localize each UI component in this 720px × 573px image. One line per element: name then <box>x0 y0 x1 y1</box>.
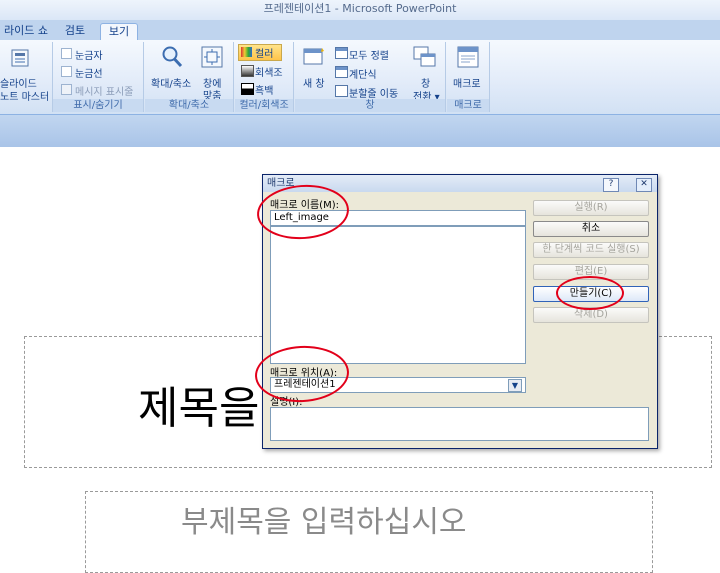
tab-review[interactable]: 검토 <box>54 23 96 40</box>
grayscale-icon[interactable] <box>241 65 254 77</box>
switch-windows-icon[interactable] <box>413 46 437 68</box>
ribbon: 슬라이드 노트 마스터 눈금자 눈금선 메시지 표시줄 표시/숨기기 확대/축소… <box>0 40 720 115</box>
tab-slide-show[interactable]: 라이드 쇼 <box>0 23 52 40</box>
black-white-label[interactable]: 흑백 <box>255 82 273 97</box>
group-label-color: 컬러/회색조 <box>235 99 293 112</box>
color-label[interactable]: 컬러 <box>255 45 273 60</box>
macros-icon[interactable] <box>457 46 479 68</box>
macros-label[interactable]: 매크로 <box>453 75 481 90</box>
move-split-icon[interactable] <box>335 85 348 97</box>
description-field[interactable] <box>270 407 649 441</box>
cascade-label[interactable]: 계단식 <box>349 66 377 81</box>
window-title: 프레젠테이션1 - Microsoft PowerPoint <box>263 2 457 15</box>
group-label-window: 창 <box>295 99 445 112</box>
macro-list[interactable] <box>270 226 526 364</box>
color-swatch-icon <box>241 47 252 57</box>
group-window: 새 창 모두 정렬 계단식 분할줄 이동 창 전환 ▾ 창 <box>295 42 446 112</box>
black-white-icon[interactable] <box>241 83 254 95</box>
group-show-hide: 눈금자 눈금선 메시지 표시줄 표시/숨기기 <box>53 42 144 112</box>
group-presentation-views: 슬라이드 노트 마스터 <box>0 42 53 112</box>
move-split-label[interactable]: 분할줄 이동 <box>349 85 398 100</box>
annotation-circle-create-button <box>556 276 624 310</box>
ribbon-bottom-strip <box>0 115 720 147</box>
new-window-icon[interactable] <box>303 46 327 68</box>
slide-master-icon[interactable] <box>10 48 30 68</box>
new-window-label[interactable]: 새 창 <box>303 75 325 90</box>
title-placeholder-text[interactable]: 제목을 <box>138 372 259 436</box>
arrange-all-icon[interactable] <box>335 47 348 59</box>
zoom-button-label[interactable]: 확대/축소 <box>151 75 191 90</box>
message-bar-label[interactable]: 메시지 표시줄 <box>75 83 133 98</box>
cancel-button[interactable]: 취소 <box>533 221 649 237</box>
window-title-bar: 프레젠테이션1 - Microsoft PowerPoint <box>0 0 720 20</box>
group-color: 컬러 회색조 흑백 컬러/회색조 <box>235 42 294 112</box>
group-macros: 매크로 매크로 <box>447 42 490 112</box>
subtitle-placeholder-text[interactable]: 부제목을 입력하십시오 <box>181 497 467 541</box>
cascade-icon[interactable] <box>335 66 348 78</box>
ruler-label[interactable]: 눈금자 <box>75 47 103 62</box>
dropdown-arrow-icon[interactable]: ▼ <box>508 379 522 392</box>
group-label-show-hide: 표시/숨기기 <box>53 99 143 112</box>
arrange-all-label[interactable]: 모두 정렬 <box>349 47 389 62</box>
ruler-checkbox[interactable] <box>61 48 72 59</box>
group-label-macros: 매크로 <box>447 99 489 112</box>
group-label-zoom: 확대/축소 <box>145 99 233 112</box>
slide-master-label-2[interactable]: 노트 마스터 <box>0 88 49 103</box>
group-zoom: 확대/축소 창에 맞춤 확대/축소 <box>145 42 234 112</box>
close-button[interactable]: ✕ <box>636 178 652 192</box>
step-into-button[interactable]: 한 단계씩 코드 실행(S) <box>533 242 649 258</box>
run-button[interactable]: 실행(R) <box>533 200 649 216</box>
magnifier-icon[interactable] <box>161 45 183 69</box>
help-button[interactable]: ? <box>603 178 619 192</box>
message-bar-checkbox[interactable] <box>61 84 72 95</box>
grayscale-label[interactable]: 회색조 <box>255 64 283 79</box>
ribbon-tab-row: 라이드 쇼 검토 보기 <box>0 20 720 41</box>
tab-view[interactable]: 보기 <box>100 23 138 41</box>
gridlines-checkbox[interactable] <box>61 66 72 77</box>
fit-to-window-icon[interactable] <box>201 46 223 68</box>
gridlines-label[interactable]: 눈금선 <box>75 65 103 80</box>
